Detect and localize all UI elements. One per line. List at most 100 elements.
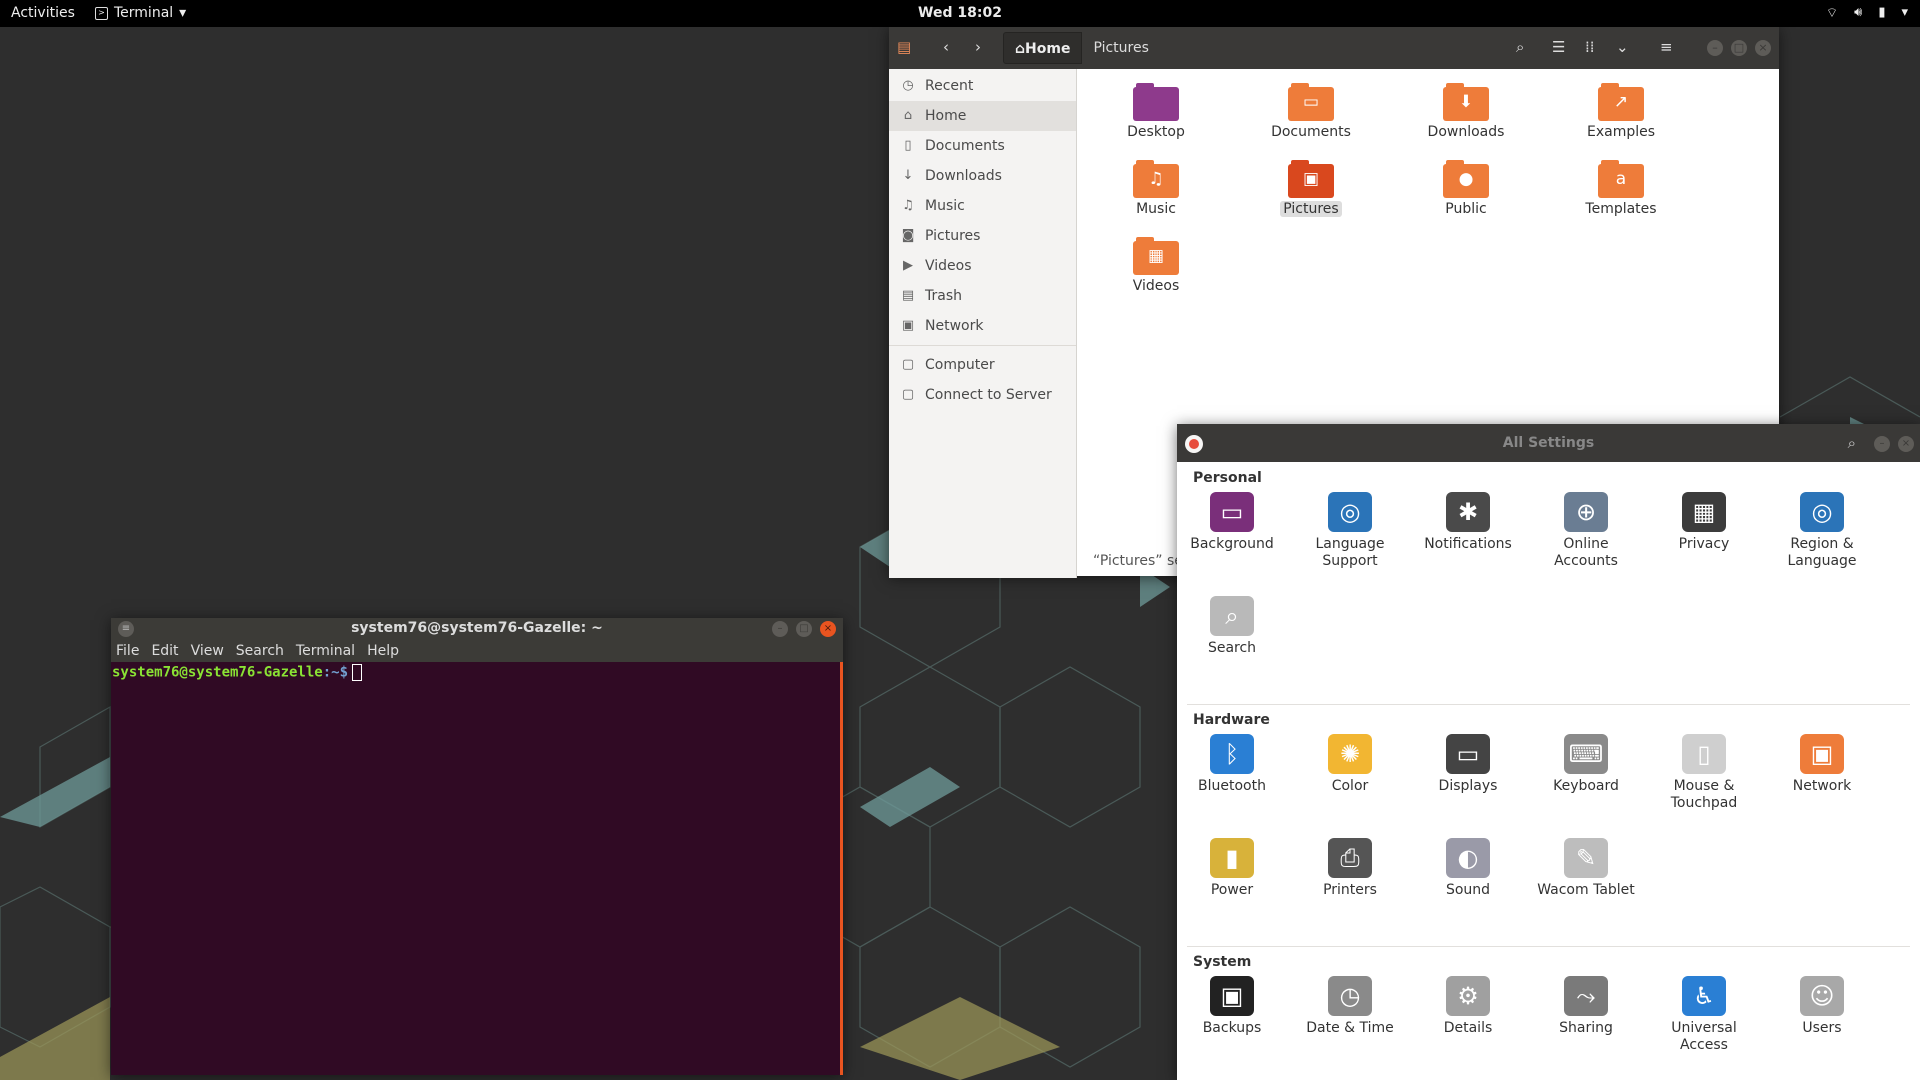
- folder-label: Music: [1136, 201, 1176, 217]
- settings-item-search[interactable]: ⌕ Search: [1173, 596, 1291, 657]
- folder-item-downloads[interactable]: ⬇ Downloads: [1401, 83, 1531, 140]
- settings-item-date-time[interactable]: ◷ Date & Time: [1291, 976, 1409, 1037]
- computer-icon: ▢: [901, 357, 915, 372]
- forward-button[interactable]: ›: [975, 38, 981, 56]
- section-divider: [1187, 946, 1910, 947]
- settings-item-mouse-touchpad[interactable]: ▯ Mouse & Touchpad: [1645, 734, 1763, 812]
- folder-item-pictures[interactable]: ▣ Pictures: [1246, 160, 1376, 217]
- close-button[interactable]: ×: [820, 621, 836, 637]
- sidebar-item-network[interactable]: ▣ Network: [889, 311, 1076, 341]
- terminal-titlebar[interactable]: ≡ system76@system76-Gazelle: ~ – □ ×: [111, 618, 843, 640]
- resize-edge[interactable]: [840, 662, 843, 1075]
- settings-item-color[interactable]: ✺ Color: [1291, 734, 1409, 795]
- folder-emblem: a: [1615, 169, 1627, 189]
- minimize-button[interactable]: –: [772, 621, 788, 637]
- settings-item-notifications[interactable]: ✱ Notifications: [1409, 492, 1527, 553]
- settings-item-background[interactable]: ▭ Background: [1173, 492, 1291, 553]
- view-options-chevron-icon[interactable]: ⌄: [1616, 38, 1629, 56]
- sidebar-item-documents[interactable]: ▯ Documents: [889, 131, 1076, 161]
- folder-item-documents[interactable]: ▭ Documents: [1246, 83, 1376, 140]
- settings-item-region-language[interactable]: ◎ Region & Language: [1763, 492, 1881, 570]
- settings-item-keyboard[interactable]: ⌨ Keyboard: [1527, 734, 1645, 795]
- sidebar-item-connect-to-server[interactable]: ▢ Connect to Server: [889, 380, 1076, 410]
- sidebar-item-music[interactable]: ♫ Music: [889, 191, 1076, 221]
- date-time-icon: ◷: [1328, 976, 1372, 1016]
- menu-view[interactable]: View: [191, 640, 224, 662]
- menu-edit[interactable]: Edit: [151, 640, 178, 662]
- sidebar-item-recent[interactable]: ◷ Recent: [889, 71, 1076, 101]
- folder-item-public[interactable]: ● Public: [1401, 160, 1531, 217]
- videos-folder-icon: ▦: [1133, 237, 1179, 275]
- settings-item-users[interactable]: ☺ Users: [1763, 976, 1881, 1037]
- sidebar-item-home[interactable]: ⌂ Home: [889, 101, 1076, 131]
- terminal-body[interactable]: system76@system76-Gazelle:~$: [111, 662, 843, 683]
- path-home-button[interactable]: ⌂Home: [1003, 32, 1083, 64]
- back-button[interactable]: ‹: [943, 38, 949, 56]
- folder-item-music[interactable]: ♫ Music: [1091, 160, 1221, 217]
- sidebar-item-label: Downloads: [925, 168, 1002, 184]
- maximize-button[interactable]: □: [796, 621, 812, 637]
- settings-item-online-accounts[interactable]: ⊕ Online Accounts: [1527, 492, 1645, 570]
- folder-label: Downloads: [1427, 124, 1505, 140]
- sidebar-item-videos[interactable]: ▶ Videos: [889, 251, 1076, 281]
- settings-item-language-support[interactable]: ◎ Language Support: [1291, 492, 1409, 570]
- path-pictures-button[interactable]: Pictures: [1082, 32, 1159, 64]
- sidebar-item-label: Documents: [925, 138, 1005, 154]
- folder-label: Documents: [1271, 124, 1351, 140]
- folder-emblem: ♫: [1148, 169, 1164, 189]
- settings-item-bluetooth[interactable]: ᛒ Bluetooth: [1173, 734, 1291, 795]
- list-view-icon[interactable]: ☰: [1552, 38, 1565, 56]
- settings-item-label: Sound: [1445, 882, 1491, 898]
- settings-item-sharing[interactable]: ⤳ Sharing: [1527, 976, 1645, 1037]
- menu-search[interactable]: Search: [236, 640, 284, 662]
- menu-terminal[interactable]: Terminal: [296, 640, 355, 662]
- folder-item-desktop[interactable]: Desktop: [1091, 83, 1221, 140]
- search-icon[interactable]: ⌕: [1848, 434, 1856, 452]
- folder-item-videos[interactable]: ▦ Videos: [1091, 237, 1221, 294]
- settings-header-bar[interactable]: All Settings ⌕ – ×: [1177, 424, 1920, 462]
- close-button[interactable]: ×: [1898, 436, 1914, 452]
- sidebar-item-computer[interactable]: ▢ Computer: [889, 350, 1076, 380]
- folder-item-templates[interactable]: a Templates: [1556, 160, 1686, 217]
- grid-view-icon[interactable]: ⁞⁞: [1585, 38, 1595, 56]
- settings-item-universal-access[interactable]: ♿ Universal Access: [1645, 976, 1763, 1054]
- files-app-icon: ▤: [897, 38, 912, 56]
- settings-item-printers[interactable]: ⎙ Printers: [1291, 838, 1409, 899]
- mouse-icon: ▯: [1682, 734, 1726, 774]
- music-icon: ♫: [902, 198, 914, 213]
- settings-item-privacy[interactable]: ▦ Privacy: [1645, 492, 1763, 553]
- hamburger-menu-icon[interactable]: ≡: [1660, 38, 1673, 56]
- settings-item-details[interactable]: ⚙ Details: [1409, 976, 1527, 1037]
- minimize-button[interactable]: –: [1707, 40, 1723, 56]
- backups-icon: ▣: [1210, 976, 1254, 1016]
- sidebar-item-pictures[interactable]: ◙ Pictures: [889, 221, 1076, 251]
- color-icon: ✺: [1328, 734, 1372, 774]
- menu-file[interactable]: File: [116, 640, 139, 662]
- settings-item-displays[interactable]: ▭ Displays: [1409, 734, 1527, 795]
- settings-item-label: Printers: [1323, 882, 1377, 898]
- text-cursor: [352, 664, 363, 681]
- settings-item-power[interactable]: ▮ Power: [1173, 838, 1291, 899]
- settings-item-network[interactable]: ▣ Network: [1763, 734, 1881, 795]
- menu-help[interactable]: Help: [367, 640, 399, 662]
- search-icon[interactable]: ⌕: [1516, 38, 1524, 56]
- folder-item-examples[interactable]: ↗ Examples: [1556, 83, 1686, 140]
- maximize-button[interactable]: □: [1731, 40, 1747, 56]
- chevron-down-icon: ▾: [1901, 5, 1908, 20]
- sidebar-item-downloads[interactable]: ↓ Downloads: [889, 161, 1076, 191]
- settings-item-sound[interactable]: ◐ Sound: [1409, 838, 1527, 899]
- settings-title: All Settings: [1502, 435, 1595, 451]
- settings-item-wacom-tablet[interactable]: ✎ Wacom Tablet: [1527, 838, 1645, 899]
- settings-item-backups[interactable]: ▣ Backups: [1173, 976, 1291, 1037]
- close-button[interactable]: ×: [1755, 40, 1771, 56]
- minimize-button[interactable]: –: [1874, 436, 1890, 452]
- settings-item-label: Color: [1331, 778, 1369, 794]
- trash-icon: ▤: [901, 288, 915, 303]
- settings-item-label: Notifications: [1424, 536, 1512, 552]
- sharing-icon: ⤳: [1564, 976, 1608, 1016]
- settings-item-label: Users: [1802, 1020, 1842, 1036]
- clock[interactable]: Wed 18:02: [0, 5, 1920, 21]
- system-tray[interactable]: ⌔ 🔊︎ ▮ ▾: [1826, 5, 1908, 21]
- background-icon: ▭: [1210, 492, 1254, 532]
- sidebar-item-trash[interactable]: ▤ Trash: [889, 281, 1076, 311]
